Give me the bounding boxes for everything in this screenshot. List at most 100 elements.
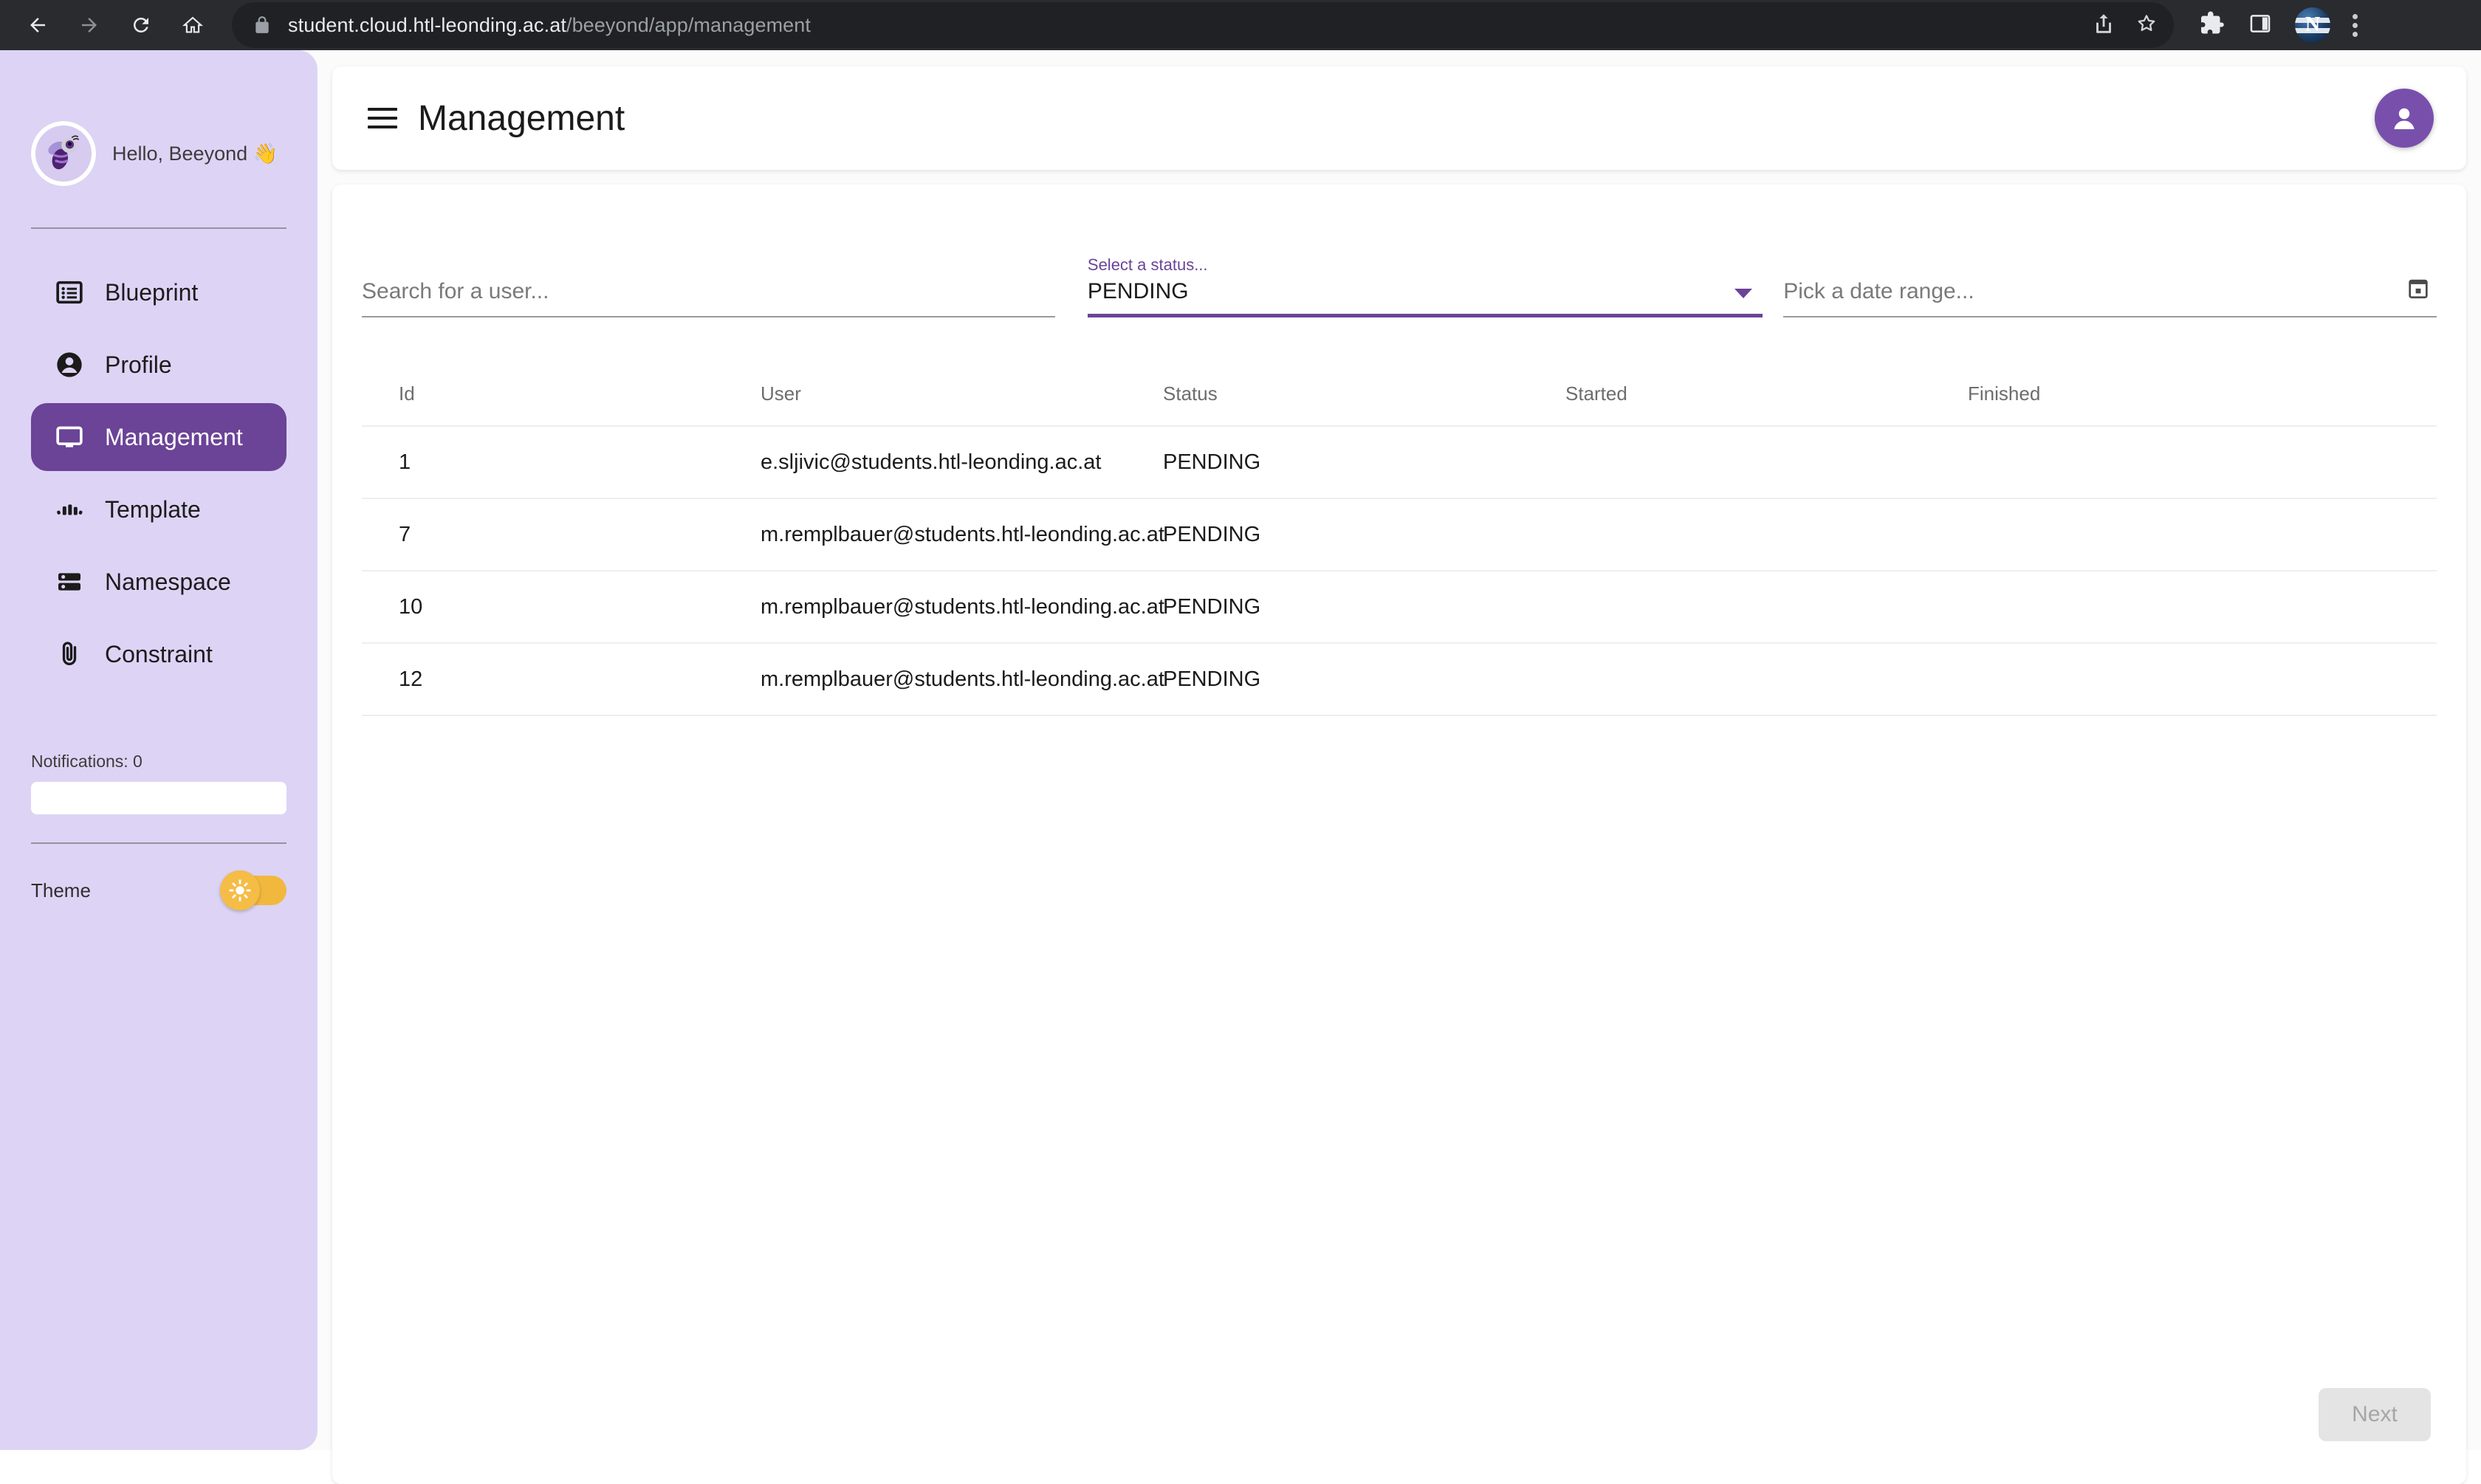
- bookmark-button[interactable]: [2134, 11, 2159, 40]
- share-button[interactable]: [2091, 11, 2116, 40]
- page-title: Management: [418, 98, 625, 138]
- server-icon: [50, 567, 89, 597]
- browser-profile-avatar[interactable]: N: [2295, 7, 2330, 43]
- paperclip-icon: [50, 639, 89, 669]
- search-field[interactable]: Search for a user...: [362, 250, 1055, 317]
- browser-actions: N: [2174, 7, 2358, 43]
- sidebar-item-label: Namespace: [105, 568, 231, 595]
- avatar[interactable]: [31, 121, 96, 186]
- theme-toggle[interactable]: [220, 870, 286, 910]
- field-underline: [1087, 314, 1763, 317]
- sidebar-nav: Blueprint Profile Management Template Na…: [31, 258, 286, 688]
- cell-id: 10: [399, 594, 423, 619]
- cell-user: m.remplbauer@students.htl-leonding.ac.at: [761, 522, 1164, 546]
- sidebar-item-label: Profile: [105, 351, 172, 378]
- main-area: Management Search for a user... Select a…: [332, 50, 2481, 1484]
- side-panel-icon: [2250, 14, 2271, 32]
- cell-user: m.remplbauer@students.htl-leonding.ac.at: [761, 667, 1164, 691]
- chevron-down-icon: [1734, 289, 1753, 298]
- cell-status: PENDING: [1163, 594, 1261, 619]
- browser-nav-buttons: [0, 2, 216, 48]
- extensions-button[interactable]: [2199, 10, 2226, 41]
- avatar-initial: N: [2305, 13, 2321, 36]
- cell-status: PENDING: [1163, 667, 1261, 691]
- sidebar-item-profile[interactable]: Profile: [31, 331, 286, 399]
- sidebar-item-label: Management: [105, 423, 243, 450]
- home-icon: [182, 16, 204, 33]
- table-header-row: Id User Status Started Finished: [362, 362, 2437, 427]
- sidebar-item-constraint[interactable]: Constraint: [31, 620, 286, 688]
- monitor-icon: [50, 422, 89, 452]
- column-header-id: Id: [399, 382, 415, 405]
- home-button[interactable]: [170, 2, 216, 48]
- side-panel-button[interactable]: [2248, 11, 2273, 40]
- table-row[interactable]: 12 m.remplbauer@students.htl-leonding.ac…: [362, 644, 2437, 716]
- sidebar-item-namespace[interactable]: Namespace: [31, 548, 286, 616]
- sidebar-item-label: Template: [105, 495, 201, 523]
- share-icon: [2096, 13, 2111, 33]
- table-row[interactable]: 1 e.sljivic@students.htl-leonding.ac.at …: [362, 427, 2437, 499]
- app-header: Management: [332, 66, 2466, 170]
- cell-status: PENDING: [1163, 522, 1261, 546]
- app-page: Hello, Beeyond 👋 Blueprint Profile Manag…: [0, 50, 2481, 1484]
- back-arrow-icon: [30, 18, 45, 32]
- star-icon: [2138, 14, 2155, 31]
- bar-chart-icon: [50, 495, 89, 524]
- column-header-status: Status: [1163, 382, 1218, 405]
- back-button[interactable]: [15, 2, 61, 48]
- calendar-icon[interactable]: [2406, 275, 2431, 304]
- lock-icon: [253, 16, 272, 35]
- cell-status: PENDING: [1163, 450, 1261, 474]
- sidebar-divider: [31, 227, 286, 229]
- theme-row: Theme: [31, 870, 286, 910]
- sidebar-item-label: Blueprint: [105, 278, 199, 306]
- status-value: PENDING: [1087, 279, 1189, 303]
- url-path: /beeyond/app/management: [566, 13, 811, 36]
- notifications-label: Notifications: 0: [31, 752, 143, 771]
- cell-id: 1: [399, 450, 411, 474]
- status-label: Select a status...: [1087, 255, 1208, 274]
- cell-user: e.sljivic@students.htl-leonding.ac.at: [761, 450, 1102, 474]
- theme-label: Theme: [31, 879, 91, 901]
- address-bar[interactable]: student.cloud.htl-leonding.ac.at/beeyond…: [232, 2, 2174, 48]
- sidebar: Hello, Beeyond 👋 Blueprint Profile Manag…: [0, 50, 318, 1450]
- field-underline: [1783, 316, 2437, 317]
- sidebar-divider-2: [31, 842, 286, 844]
- cell-id: 12: [399, 667, 423, 691]
- table-row[interactable]: 7 m.remplbauer@students.htl-leonding.ac.…: [362, 499, 2437, 571]
- bee-logo-icon: [35, 126, 92, 182]
- jobs-table: Id User Status Started Finished 1 e.slji…: [362, 362, 2437, 716]
- filter-row: Search for a user... Select a status... …: [362, 250, 2437, 317]
- sidebar-user: Hello, Beeyond 👋: [31, 50, 286, 186]
- search-placeholder: Search for a user...: [362, 279, 549, 303]
- url-domain: student.cloud.htl-leonding.ac.at: [288, 13, 566, 36]
- browser-toolbar: student.cloud.htl-leonding.ac.at/beeyond…: [0, 0, 2481, 50]
- three-dot-menu-icon: [2353, 13, 2358, 19]
- forward-arrow-icon: [82, 18, 97, 32]
- list-icon: [50, 278, 89, 307]
- reload-icon: [133, 17, 148, 32]
- date-range-placeholder: Pick a date range...: [1783, 279, 1974, 303]
- content-card: Search for a user... Select a status... …: [332, 185, 2466, 1484]
- sidebar-item-template[interactable]: Template: [31, 475, 286, 543]
- reload-button[interactable]: [118, 2, 164, 48]
- sidebar-item-management[interactable]: Management: [31, 403, 286, 471]
- omnibox-actions: [2091, 2, 2159, 48]
- sidebar-greeting: Hello, Beeyond 👋: [112, 142, 278, 165]
- cell-id: 7: [399, 522, 411, 546]
- person-icon: [50, 350, 89, 379]
- hamburger-icon[interactable]: [368, 108, 397, 128]
- next-button[interactable]: Next: [2319, 1388, 2431, 1441]
- table-row[interactable]: 10 m.remplbauer@students.htl-leonding.ac…: [362, 571, 2437, 644]
- date-range-field[interactable]: Pick a date range...: [1783, 250, 2437, 317]
- puzzle-icon: [2201, 11, 2224, 33]
- notifications-input[interactable]: [31, 782, 286, 814]
- sidebar-item-label: Constraint: [105, 640, 213, 667]
- account-circle-icon[interactable]: [2375, 89, 2434, 148]
- browser-menu-button[interactable]: [2353, 13, 2358, 37]
- status-select[interactable]: Select a status... PENDING: [1087, 250, 1763, 317]
- sidebar-item-blueprint[interactable]: Blueprint: [31, 258, 286, 326]
- sun-icon: [220, 870, 260, 910]
- column-header-user: User: [761, 382, 801, 405]
- forward-button[interactable]: [66, 2, 112, 48]
